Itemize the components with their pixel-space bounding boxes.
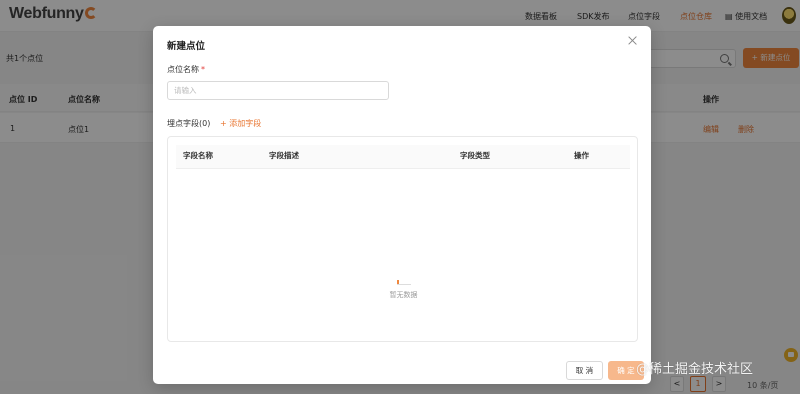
tracking-fields-label: 埋点字段(0) <box>167 119 211 128</box>
point-name-label: 点位名称 * <box>167 64 205 75</box>
empty-icon <box>397 280 411 286</box>
close-icon[interactable] <box>627 35 639 47</box>
point-name-input[interactable] <box>167 81 389 100</box>
field-column-type: 字段类型 <box>460 151 490 160</box>
required-mark: * <box>201 65 205 74</box>
field-column-name: 字段名称 <box>183 151 213 160</box>
fields-table: 字段名称 字段描述 字段类型 操作 暂无数据 <box>167 136 638 342</box>
watermark: @稀土掘金技术社区 <box>636 362 754 377</box>
empty-state-text: 暂无数据 <box>389 291 418 299</box>
field-column-description: 字段描述 <box>269 151 299 160</box>
add-field-button[interactable]: + 添加字段 <box>220 118 261 129</box>
fields-table-header <box>176 145 630 169</box>
dialog-title: 新建点位 <box>167 41 206 52</box>
cancel-button[interactable]: 取 消 <box>566 361 603 380</box>
new-point-dialog: 新建点位 点位名称* 埋点字段(0) + 添加字段 字段名称 字段描述 字段类型… <box>153 26 651 384</box>
field-column-actions: 操作 <box>574 151 589 160</box>
point-name-label-text: 点位名称 <box>167 65 199 74</box>
